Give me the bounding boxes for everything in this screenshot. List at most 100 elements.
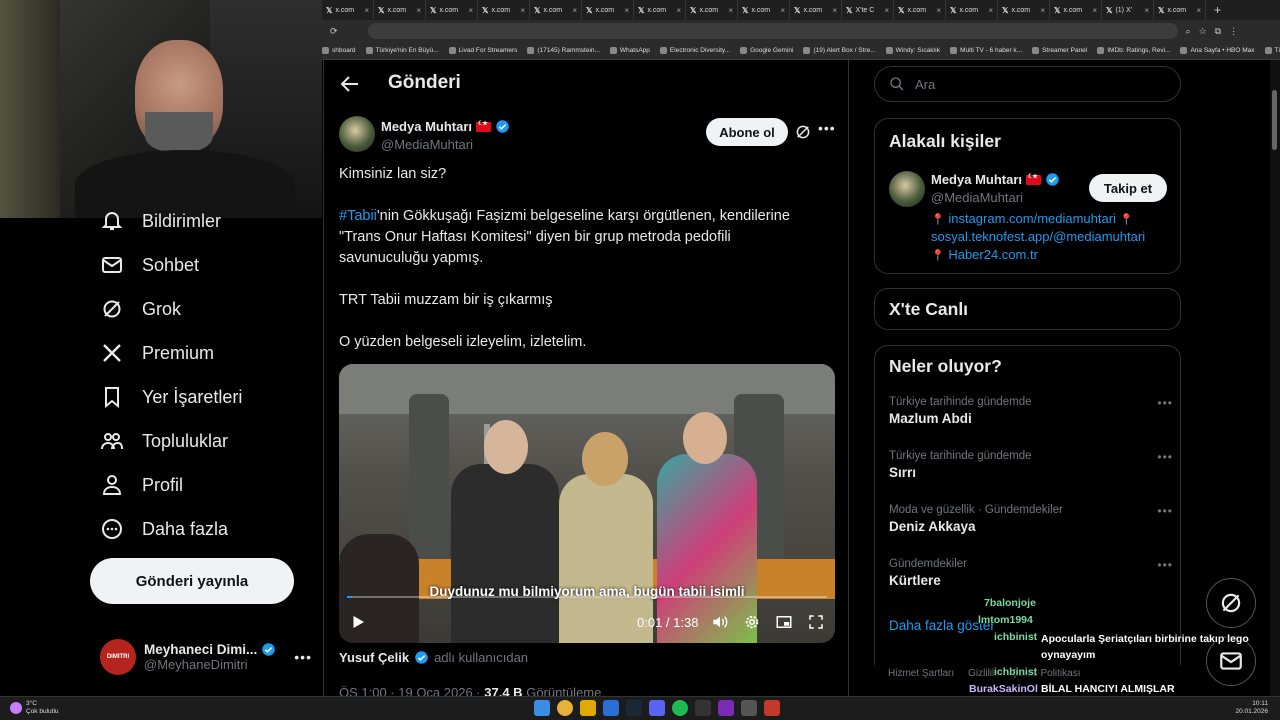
nav-item[interactable]: Bildirimler bbox=[100, 206, 221, 236]
browser-tab[interactable]: 𝕏x.com × bbox=[478, 0, 530, 20]
bookmark-item[interactable]: Tüm Yer İşaretleri bbox=[1264, 47, 1280, 54]
close-icon[interactable]: × bbox=[364, 6, 369, 15]
explorer-icon[interactable] bbox=[580, 700, 596, 716]
browser-tab[interactable]: 𝕏x.com × bbox=[1154, 0, 1206, 20]
close-icon[interactable]: × bbox=[988, 6, 993, 15]
bookmark-item[interactable]: WhatsApp bbox=[609, 47, 650, 54]
nav-item[interactable]: Yer İşaretleri bbox=[100, 382, 242, 412]
trend-more-icon[interactable]: ••• bbox=[1157, 450, 1173, 464]
nav-item[interactable]: Topluluklar bbox=[100, 426, 228, 456]
author-handle[interactable]: @MediaMuhtari bbox=[381, 137, 473, 152]
url-field[interactable] bbox=[367, 23, 1178, 39]
attribution-name[interactable]: Yusuf Çelik bbox=[339, 650, 409, 665]
browser-tab[interactable]: 𝕏x.com × bbox=[322, 0, 374, 20]
post-timestamp[interactable]: ÖS 1:00 · 19 Oca 2026 · bbox=[339, 685, 481, 696]
subscribe-button[interactable]: Abone ol bbox=[706, 118, 788, 146]
browser-tab[interactable]: 𝕏 X'te C × bbox=[842, 0, 894, 20]
footer-link[interactable]: Gizlilik bbox=[968, 668, 997, 679]
post-button[interactable]: Gönderi yayınla bbox=[90, 558, 294, 604]
account-switcher[interactable]: DIMITRI Meyhaneci Dimi... @MeyhaneDimitr… bbox=[100, 636, 312, 678]
author-avatar[interactable] bbox=[339, 116, 375, 152]
nav-item[interactable]: Profil bbox=[100, 470, 183, 500]
browser-tab[interactable]: 𝕏x.com × bbox=[894, 0, 946, 20]
system-clock[interactable]: 10:11 20.01.2026 bbox=[1235, 700, 1268, 716]
close-icon[interactable]: × bbox=[1144, 6, 1149, 15]
bookmark-item[interactable]: Livad For Streamers bbox=[448, 47, 517, 54]
browser-tab[interactable]: 𝕏x.com × bbox=[1050, 0, 1102, 20]
app-icon[interactable] bbox=[741, 700, 757, 716]
trend-item[interactable]: Moda ve güzellik · Gündemdekiler Deniz Ak… bbox=[889, 504, 1172, 534]
page-scrollbar[interactable] bbox=[1270, 60, 1280, 696]
close-icon[interactable]: × bbox=[520, 6, 525, 15]
browser-tab[interactable]: 𝕏x.com × bbox=[946, 0, 998, 20]
picture-in-picture-icon[interactable] bbox=[775, 613, 793, 631]
related-avatar[interactable] bbox=[889, 171, 925, 207]
close-icon[interactable]: × bbox=[572, 6, 577, 15]
back-arrow-icon[interactable] bbox=[338, 72, 362, 96]
hashtag-link[interactable]: #Tabii bbox=[339, 208, 377, 224]
scrollbar-thumb[interactable] bbox=[1272, 90, 1277, 150]
close-icon[interactable]: × bbox=[1092, 6, 1097, 15]
bookmark-item[interactable]: Streamer Panel bbox=[1032, 47, 1087, 54]
menu-icon[interactable]: ⋮ bbox=[1229, 26, 1238, 37]
trend-more-icon[interactable]: ••• bbox=[1157, 396, 1173, 410]
edge-icon[interactable] bbox=[603, 700, 619, 716]
browser-tab[interactable]: 𝕏x.com × bbox=[686, 0, 738, 20]
bio-link[interactable]: sosyal.teknofest.app/@mediamuhtari bbox=[931, 229, 1145, 244]
close-icon[interactable]: × bbox=[936, 6, 941, 15]
app-icon[interactable] bbox=[718, 700, 734, 716]
spotify-icon[interactable] bbox=[672, 700, 688, 716]
author-name-row[interactable]: Medya Muhtarı bbox=[381, 119, 510, 134]
epic-games-icon[interactable] bbox=[695, 700, 711, 716]
close-icon[interactable]: × bbox=[624, 6, 629, 15]
nav-item[interactable]: Grok bbox=[100, 294, 181, 324]
bio-link[interactable]: instagram.com/mediamuhtari bbox=[948, 211, 1116, 226]
close-icon[interactable]: × bbox=[884, 6, 889, 15]
browser-tab[interactable]: 𝕏x.com × bbox=[738, 0, 790, 20]
discord-icon[interactable] bbox=[649, 700, 665, 716]
related-handle[interactable]: @MediaMuhtari bbox=[931, 190, 1023, 205]
browser-tab[interactable]: 𝕏x.com × bbox=[426, 0, 478, 20]
browser-tab[interactable]: 𝕏x.com × bbox=[530, 0, 582, 20]
bookmark-item[interactable]: Ana Sayfa • HBO Max bbox=[1180, 47, 1255, 54]
grok-icon[interactable] bbox=[794, 123, 812, 141]
steam-icon[interactable] bbox=[626, 700, 642, 716]
grok-fab-button[interactable] bbox=[1206, 578, 1256, 628]
close-icon[interactable]: × bbox=[1196, 6, 1201, 15]
bookmark-item[interactable]: Türkiye'nin En Büyü... bbox=[365, 47, 439, 54]
trend-more-icon[interactable]: ••• bbox=[1157, 504, 1173, 518]
close-icon[interactable]: × bbox=[676, 6, 681, 15]
post-more-icon[interactable]: ••• bbox=[818, 120, 836, 136]
bookmark-item[interactable]: Multi TV - 6 haber k... bbox=[950, 47, 1022, 54]
video-player[interactable]: Duydunuz mu bilmiyorum ama, bugün tabii … bbox=[339, 364, 835, 643]
reload-icon[interactable]: ⟳ bbox=[330, 26, 338, 37]
zoom-icon[interactable]: ⌕ bbox=[1186, 26, 1191, 37]
close-icon[interactable]: × bbox=[780, 6, 785, 15]
close-icon[interactable]: × bbox=[468, 6, 473, 15]
trend-item[interactable]: Türkiye tarihinde gündemde Mazlum Abdi ••• bbox=[889, 396, 1172, 426]
browser-tab[interactable]: 𝕏x.com × bbox=[374, 0, 426, 20]
bookmark-item[interactable]: shboard bbox=[322, 47, 356, 54]
close-icon[interactable]: × bbox=[832, 6, 837, 15]
chrome-icon[interactable] bbox=[557, 700, 573, 716]
bio-link[interactable]: Haber24.com.tr bbox=[948, 247, 1038, 262]
bookmark-item[interactable]: Google Gemini bbox=[740, 47, 793, 54]
account-more-icon[interactable]: ••• bbox=[294, 649, 312, 665]
follow-button[interactable]: Takip et bbox=[1089, 174, 1167, 202]
start-icon[interactable] bbox=[534, 700, 550, 716]
browser-tab[interactable]: 𝕏x.com × bbox=[582, 0, 634, 20]
play-icon[interactable] bbox=[349, 613, 367, 631]
trend-item[interactable]: Gündemdekiler Kürtlere ••• bbox=[889, 558, 1172, 588]
search-input[interactable]: Ara bbox=[874, 66, 1181, 102]
volume-icon[interactable] bbox=[711, 613, 729, 631]
settings-gear-icon[interactable] bbox=[743, 613, 761, 631]
close-icon[interactable]: × bbox=[416, 6, 421, 15]
browser-tab[interactable]: 𝕏x.com × bbox=[998, 0, 1050, 20]
app-icon[interactable] bbox=[764, 700, 780, 716]
related-name-row[interactable]: Medya Muhtarı bbox=[931, 172, 1060, 187]
close-icon[interactable]: × bbox=[728, 6, 733, 15]
bookmark-item[interactable]: (19) Alert Box / Stre... bbox=[803, 47, 876, 54]
nav-item[interactable]: Premium bbox=[100, 338, 214, 368]
live-card[interactable]: X'te Canlı bbox=[874, 288, 1181, 330]
star-icon[interactable]: ☆ bbox=[1199, 26, 1207, 37]
